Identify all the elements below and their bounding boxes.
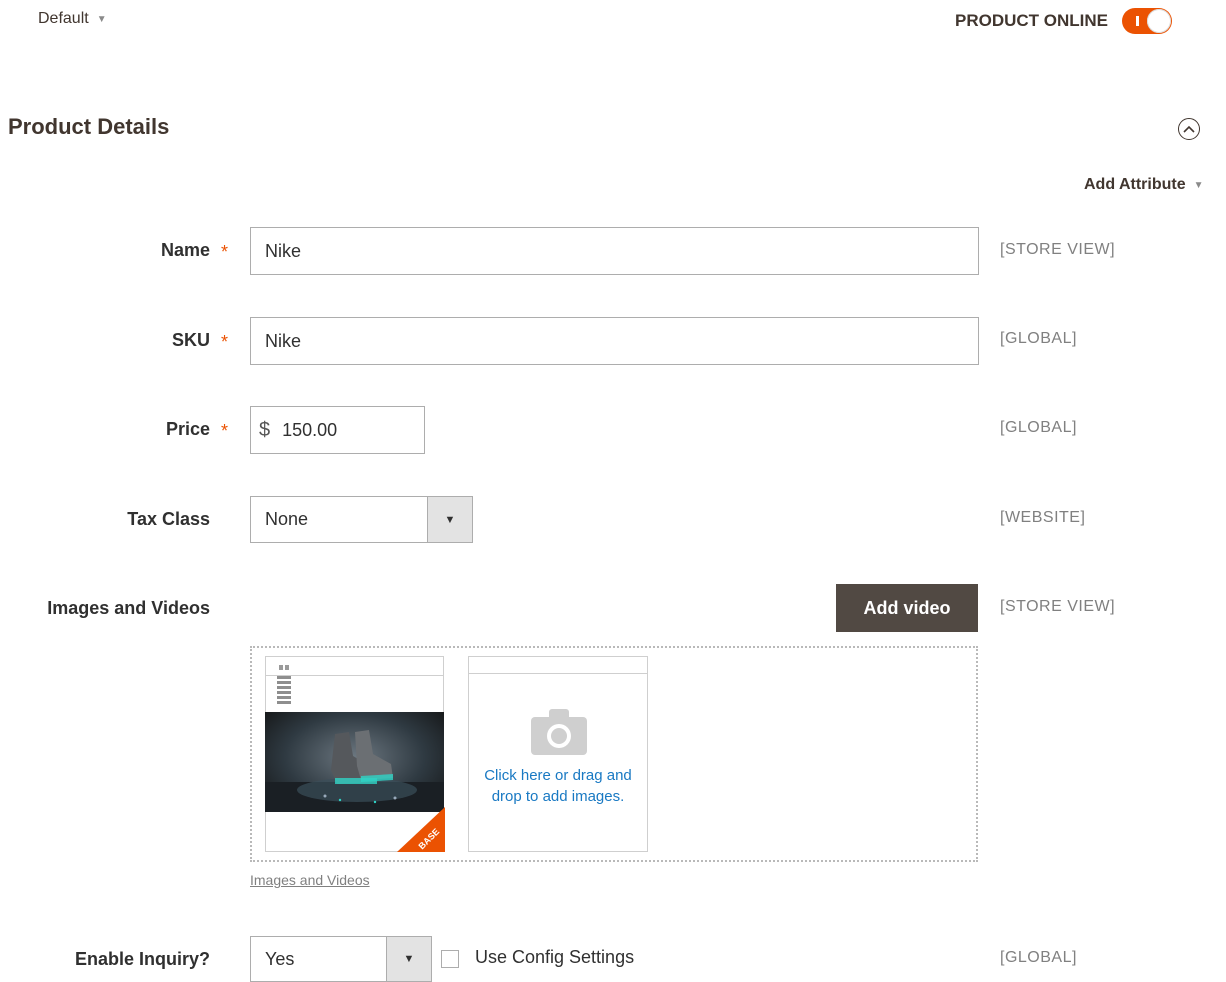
price-value: 150.00: [282, 419, 338, 440]
add-video-button[interactable]: Add video: [836, 584, 978, 632]
section-title[interactable]: Product Details: [8, 114, 169, 140]
enable-inquiry-value: Yes: [265, 948, 295, 969]
thumbnail-toolbar: [266, 657, 443, 676]
add-attribute-button[interactable]: Add Attribute ▼: [1084, 176, 1204, 194]
images-videos-label: Images and Videos: [0, 598, 210, 619]
store-view-switcher[interactable]: Default ▼: [38, 10, 107, 28]
caret-down-icon: ▼: [1193, 179, 1204, 191]
product-online-control: PRODUCT ONLINE: [955, 8, 1172, 34]
required-asterisk: *: [221, 242, 229, 262]
sku-label-text: SKU: [171, 330, 210, 350]
collapse-chevron-up-icon[interactable]: [1178, 118, 1200, 140]
enable-inquiry-select[interactable]: Yes ▼: [250, 936, 432, 982]
toggle-on-indicator: [1136, 16, 1139, 26]
tax-class-label: Tax Class: [0, 509, 210, 530]
images-videos-label-text: Images and Videos: [47, 598, 210, 618]
camera-icon: [529, 707, 589, 760]
image-upload-area[interactable]: Click here or drag and drop to add image…: [468, 656, 648, 852]
enable-inquiry-label-text: Enable Inquiry?: [74, 949, 210, 969]
use-config-label[interactable]: Use Config Settings: [475, 947, 634, 968]
price-scope: [GLOBAL]: [1000, 419, 1077, 436]
product-online-label: PRODUCT ONLINE: [955, 11, 1108, 30]
dropdown-arrow-icon: ▼: [427, 497, 472, 542]
upload-instructions[interactable]: Click here or drag and drop to add image…: [479, 765, 637, 807]
name-input[interactable]: Nike: [250, 227, 979, 275]
tax-class-scope: [WEBSITE]: [1000, 509, 1086, 526]
dropdown-arrow-icon: ▼: [386, 937, 431, 981]
toggle-knob: [1147, 9, 1171, 33]
uploader-toolbar: [469, 657, 647, 674]
tax-class-value: None: [265, 509, 309, 529]
price-input[interactable]: $ 150.00: [250, 406, 425, 454]
price-label: Price: [0, 419, 210, 440]
tax-class-label-text: Tax Class: [127, 509, 210, 529]
name-label-text: Name: [160, 240, 210, 260]
product-online-toggle[interactable]: [1122, 8, 1172, 34]
sku-value: Nike: [265, 330, 302, 351]
name-label: Name: [0, 240, 210, 261]
base-role-badge: BASE: [397, 807, 445, 852]
required-asterisk: *: [221, 421, 229, 441]
images-scope: [STORE VIEW]: [1000, 598, 1116, 615]
product-image: [265, 712, 444, 812]
use-config-checkbox[interactable]: [441, 950, 459, 968]
add-attribute-label: Add Attribute: [1084, 176, 1186, 193]
required-asterisk: *: [221, 332, 229, 352]
enable-inquiry-scope: [GLOBAL]: [1000, 949, 1077, 966]
sku-scope: [GLOBAL]: [1000, 330, 1077, 347]
images-videos-link[interactable]: Images and Videos: [250, 872, 370, 888]
caret-down-icon: ▼: [96, 13, 107, 25]
drag-handle-icon[interactable]: [277, 676, 291, 704]
more-dots-icon: [279, 665, 291, 670]
store-view-label: Default: [38, 10, 89, 27]
tax-class-select[interactable]: None ▼: [250, 496, 473, 543]
sku-label: SKU: [0, 330, 210, 351]
sku-input[interactable]: Nike: [250, 317, 979, 365]
currency-symbol: $: [259, 418, 271, 441]
name-value: Nike: [265, 240, 302, 261]
price-label-text: Price: [165, 419, 210, 439]
enable-inquiry-label: Enable Inquiry?: [0, 949, 210, 970]
name-scope: [STORE VIEW]: [1000, 241, 1116, 258]
